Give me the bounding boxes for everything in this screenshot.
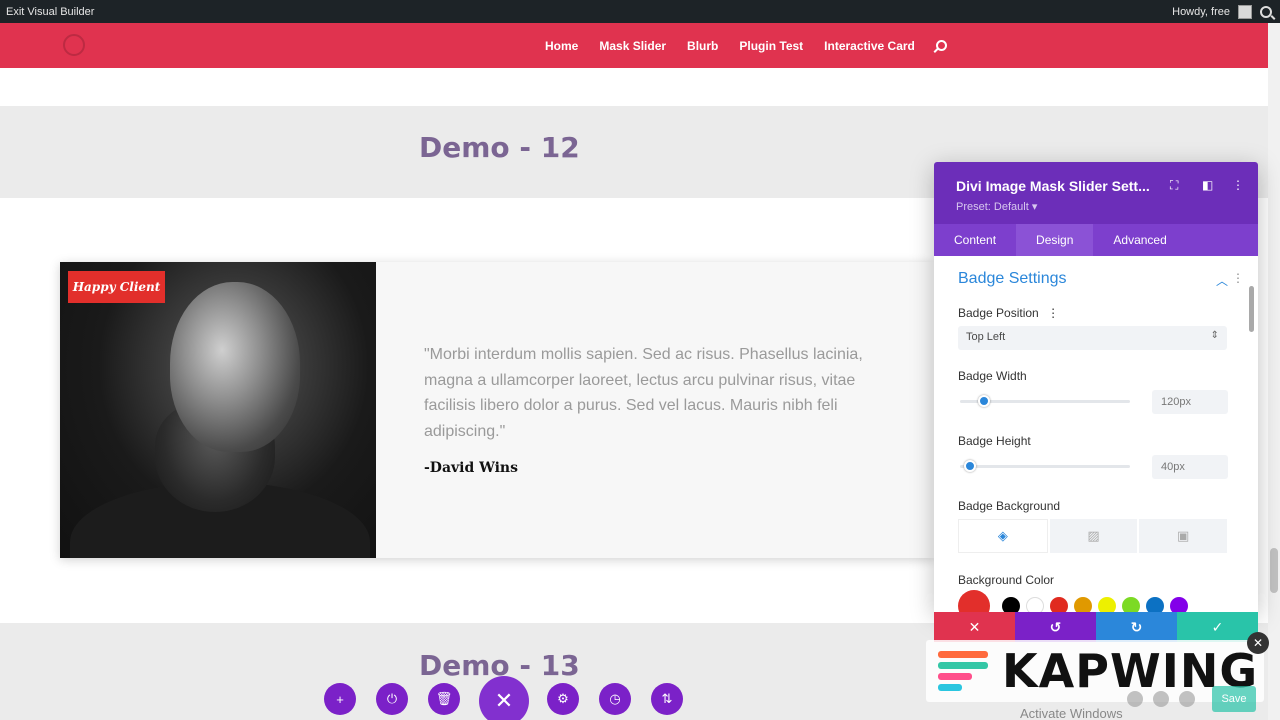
color-swatch[interactable]	[1050, 597, 1068, 612]
testimonial-quote: "Morbi interdum mollis sapien. Sed ac ri…	[424, 346, 863, 440]
gradient-icon: ▨	[1087, 528, 1100, 543]
admin-bar: Exit Visual Builder Howdy, free	[0, 0, 1280, 23]
redo-button[interactable]: ↻	[1096, 612, 1177, 642]
select-arrows-icon: ⇕	[1210, 330, 1219, 341]
panel-action-bar: ✕ ↺ ↻ ✓	[934, 612, 1258, 642]
search-icon[interactable]	[1260, 5, 1272, 18]
close-builder-button[interactable]: ✕	[479, 676, 529, 720]
badge-width-slider[interactable]	[960, 395, 1130, 407]
add-module-button[interactable]: +	[324, 683, 356, 715]
portability-icon[interactable]: ⇅	[651, 683, 683, 715]
color-swatch[interactable]	[1170, 597, 1188, 612]
avatar[interactable]	[1238, 4, 1252, 19]
scrollbar-thumb[interactable]	[1270, 548, 1278, 593]
page-scrollbar[interactable]	[1268, 23, 1280, 720]
color-swatch[interactable]	[1146, 597, 1164, 612]
save-changes-button[interactable]: ✓	[1177, 612, 1258, 642]
active-color-swatch[interactable]	[958, 590, 990, 612]
background-gradient-tab[interactable]: ▨	[1049, 519, 1138, 553]
demo-12-title: Demo - 12	[419, 131, 580, 164]
color-swatch[interactable]	[1074, 597, 1092, 612]
color-swatches	[958, 590, 1188, 612]
activate-windows-notice: Activate Windows	[1020, 706, 1123, 720]
badge-height-input[interactable]: 40px	[1152, 455, 1228, 479]
site-logo[interactable]	[63, 34, 119, 58]
image-icon: ▣	[1177, 528, 1190, 543]
preset-selector[interactable]: Preset: Default ▾	[956, 200, 1037, 213]
nav-item-interactive-card[interactable]: Interactive Card	[824, 39, 915, 53]
trash-icon[interactable]: 🗑	[428, 683, 460, 715]
panel-scrollbar[interactable]	[1249, 286, 1254, 332]
more-options-icon[interactable]: ⋮	[1232, 178, 1244, 192]
client-photo: Happy Client	[60, 262, 376, 558]
module-settings-panel: Divi Image Mask Slider Sett... Preset: D…	[934, 162, 1258, 612]
site-header: Home Mask Slider Blurb Plugin Test Inter…	[0, 23, 1268, 68]
tab-content[interactable]: Content	[934, 224, 1016, 256]
nav-item-home[interactable]: Home	[545, 39, 578, 53]
badge-position-label: Badge Position ⋮	[958, 306, 1060, 320]
tab-design[interactable]: Design	[1016, 224, 1094, 256]
happy-client-badge: Happy Client	[68, 271, 165, 303]
panel-title: Divi Image Mask Slider Sett...	[956, 178, 1150, 194]
save-button[interactable]: Save	[1212, 686, 1256, 712]
search-icon[interactable]	[935, 40, 947, 51]
badge-height-label: Badge Height	[958, 434, 1031, 448]
howdy-greeting[interactable]: Howdy, free	[1172, 6, 1230, 18]
zoom-out-icon[interactable]	[1127, 691, 1143, 707]
color-swatch[interactable]	[1002, 597, 1020, 612]
badge-position-select[interactable]: Top Left ⇕	[958, 326, 1227, 350]
nav-item-plugin-test[interactable]: Plugin Test	[739, 39, 803, 53]
close-icon[interactable]: ✕	[1247, 632, 1269, 654]
panel-tabs: Content Design Advanced	[934, 224, 1258, 256]
panel-header[interactable]: Divi Image Mask Slider Sett... Preset: D…	[934, 162, 1258, 224]
discard-changes-button[interactable]: ✕	[934, 612, 1015, 642]
history-icon[interactable]: ◷	[599, 683, 631, 715]
section-more-icon[interactable]: ⋮	[1232, 271, 1244, 285]
nav-item-mask-slider[interactable]: Mask Slider	[599, 39, 666, 53]
background-color-label: Background Color	[958, 573, 1055, 587]
badge-settings-heading[interactable]: Badge Settings	[958, 270, 1067, 288]
testimonial-author: -David Wins	[424, 460, 518, 476]
chevron-up-icon[interactable]: ︿	[1216, 272, 1228, 289]
background-color-tab[interactable]: ◈	[958, 519, 1048, 553]
background-image-tab[interactable]: ▣	[1139, 519, 1228, 553]
badge-height-slider-handle[interactable]	[964, 460, 977, 472]
background-type-tabs: ◈ ▨ ▣	[958, 519, 1228, 553]
gear-icon[interactable]: ⚙	[547, 683, 579, 715]
badge-width-input[interactable]: 120px	[1152, 390, 1228, 414]
exit-visual-builder-link[interactable]: Exit Visual Builder	[6, 6, 94, 18]
color-swatch[interactable]	[1098, 597, 1116, 612]
option-menu-icon[interactable]: ⋮	[1047, 306, 1059, 320]
badge-height-slider[interactable]	[960, 460, 1130, 472]
undo-button[interactable]: ↺	[1015, 612, 1096, 642]
fullscreen-icon[interactable]: ⛶	[1170, 178, 1178, 193]
badge-width-label: Badge Width	[958, 369, 1027, 383]
zoom-in-icon[interactable]	[1179, 691, 1195, 707]
nav-item-blurb[interactable]: Blurb	[687, 39, 718, 53]
panel-body: Badge Settings ︿ ⋮ Badge Position ⋮ Top …	[934, 256, 1258, 612]
color-swatch[interactable]	[1026, 597, 1044, 612]
split-view-icon[interactable]: ◧	[1202, 178, 1213, 192]
zoom-icon[interactable]	[1153, 691, 1169, 707]
badge-width-slider-handle[interactable]	[977, 395, 990, 407]
tab-advanced[interactable]: Advanced	[1093, 224, 1186, 256]
main-menu: Home Mask Slider Blurb Plugin Test Inter…	[545, 23, 947, 68]
color-swatch[interactable]	[1122, 597, 1140, 612]
badge-background-label: Badge Background	[958, 499, 1061, 513]
paint-bucket-icon: ◈	[997, 528, 1008, 543]
power-icon[interactable]: ⏻	[376, 683, 408, 715]
testimonial-card[interactable]: Happy Client "Morbi interdum mollis sapi…	[60, 262, 935, 558]
